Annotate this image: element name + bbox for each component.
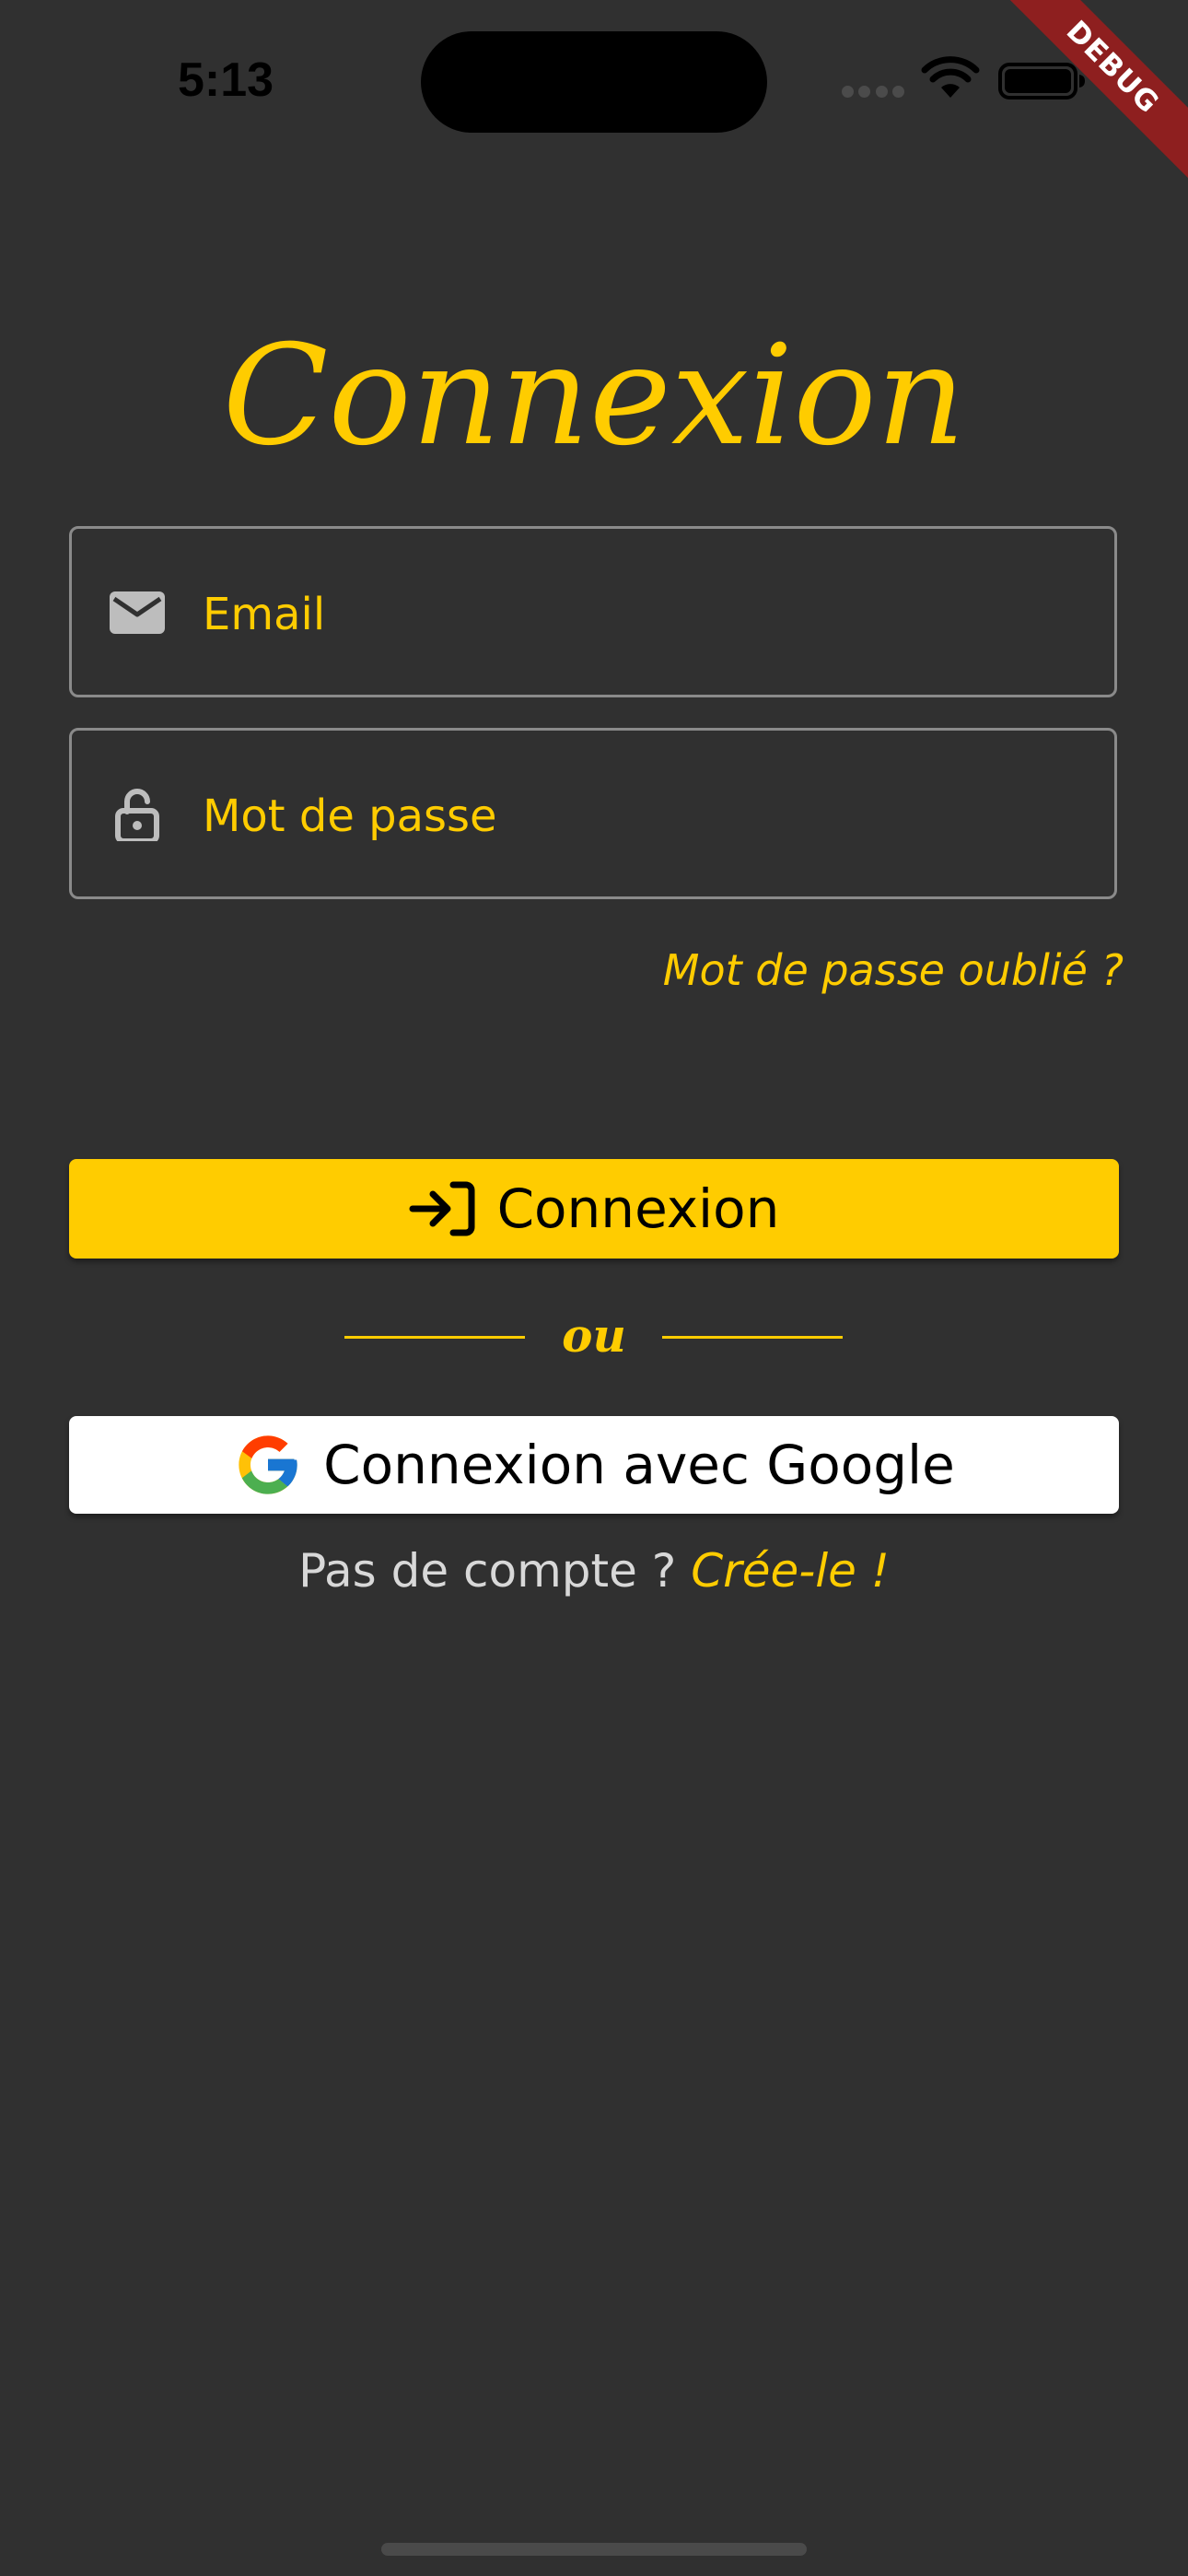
forgot-password-link[interactable]: Mot de passe oublié ? (663, 933, 1124, 1007)
wifi-icon (921, 56, 980, 98)
separator-text: ou (562, 1308, 626, 1363)
mail-icon (110, 591, 165, 634)
password-field[interactable]: Mot de passe (69, 728, 1117, 899)
login-icon (409, 1181, 475, 1236)
home-indicator[interactable] (381, 2543, 807, 2556)
signup-prompt: Pas de compte ? Crée-le ! (0, 1529, 1188, 1612)
email-placeholder: Email (203, 589, 326, 640)
battery-icon (998, 63, 1085, 100)
google-logo-icon (239, 1435, 297, 1494)
email-field[interactable]: Email (69, 526, 1117, 697)
login-button-label: Connexion (496, 1177, 780, 1240)
page-title: Connexion (222, 316, 966, 476)
dynamic-island (421, 31, 767, 133)
google-login-label: Connexion avec Google (323, 1434, 955, 1496)
cellular-signal-icon (842, 85, 904, 98)
login-button[interactable]: Connexion (69, 1159, 1119, 1259)
lock-open-icon (115, 789, 159, 841)
no-account-text: Pas de compte ? (298, 1544, 677, 1598)
signup-link[interactable]: Crée-le ! (691, 1544, 890, 1598)
status-time: 5:13 (177, 53, 274, 107)
separator-line-right (662, 1336, 843, 1339)
password-placeholder: Mot de passe (203, 790, 497, 842)
separator-line-left (344, 1336, 525, 1339)
google-login-button[interactable]: Connexion avec Google (69, 1416, 1119, 1514)
